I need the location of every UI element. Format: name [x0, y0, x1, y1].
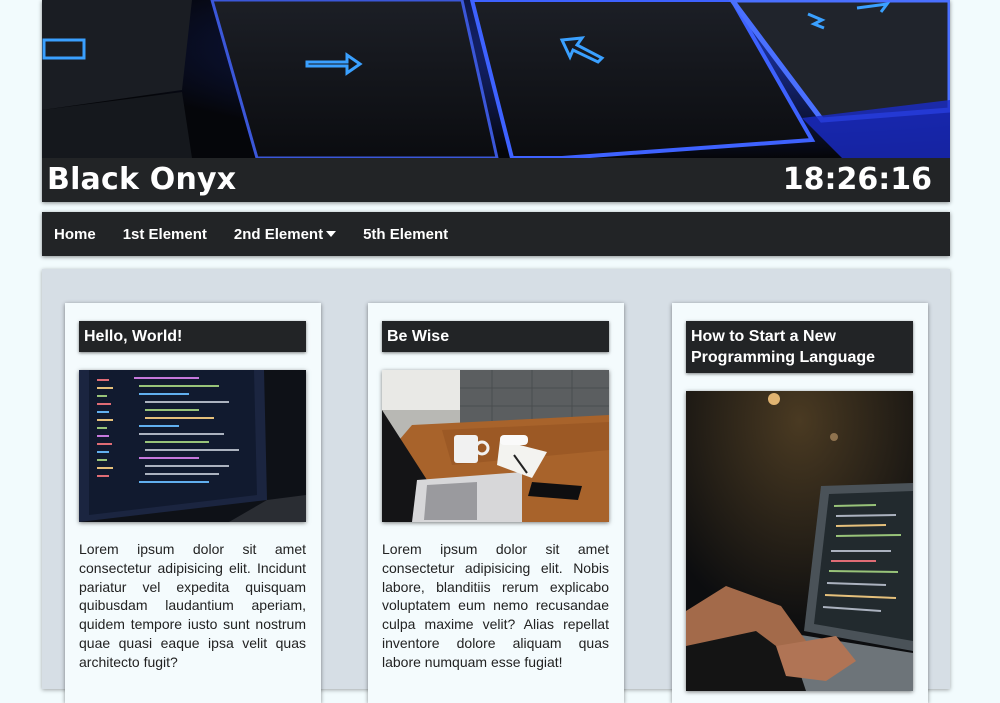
- nav-item-label: 1st Element: [122, 225, 207, 243]
- main-navigation: Home 1st Element 2nd Element 5th Element: [42, 212, 950, 256]
- nav-item-2nd-element[interactable]: 2nd Element: [233, 225, 337, 243]
- header-banner-image: [42, 0, 950, 158]
- card-text: Lorem ipsum dolor sit amet consectetur a…: [79, 541, 306, 670]
- nav-item-label: Home: [54, 225, 96, 243]
- article-card: Be Wise Lorem ipsum dolor sit amet conse…: [368, 303, 624, 703]
- nav-item-1st-element[interactable]: 1st Element: [123, 226, 207, 243]
- main-content: Hello, World! Lorem ipsum dolor sit amet…: [42, 269, 950, 703]
- caret-down-icon: [326, 231, 337, 237]
- nav-item-home[interactable]: Home: [54, 226, 96, 243]
- card-title[interactable]: How to Start a New Programming Language: [686, 321, 913, 373]
- nav-item-label: 5th Element: [363, 225, 449, 243]
- nav-item-label: 2nd Element: [233, 225, 324, 243]
- site-title: Black Onyx: [47, 162, 237, 197]
- card-text: Lorem ipsum dolor sit amet consectetur a…: [382, 541, 609, 670]
- card-title[interactable]: Hello, World!: [79, 321, 306, 352]
- card-image-person-coding[interactable]: [686, 391, 913, 691]
- article-card: Hello, World! Lorem ipsum dolor sit amet…: [65, 303, 321, 703]
- clock-display: 18:26:16: [782, 162, 932, 197]
- site-header: Black Onyx 18:26:16: [42, 0, 950, 202]
- article-card: How to Start a New Programming Language: [672, 303, 928, 703]
- nav-item-5th-element[interactable]: 5th Element: [363, 226, 448, 243]
- card-image-code-screen[interactable]: [79, 370, 306, 522]
- card-image-desk-laptop[interactable]: [382, 370, 609, 522]
- card-title[interactable]: Be Wise: [382, 321, 609, 352]
